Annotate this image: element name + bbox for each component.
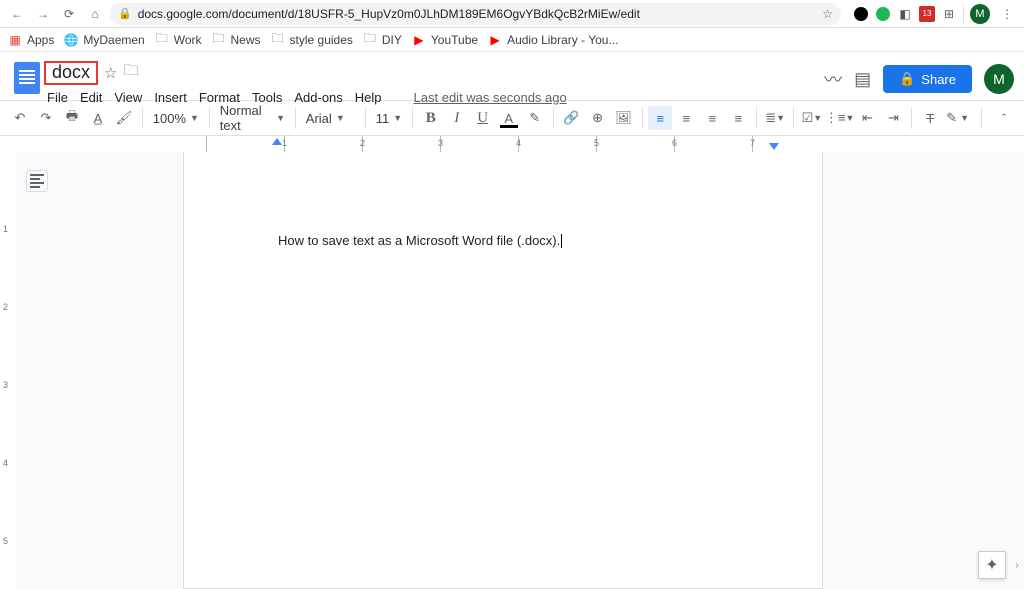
- insert-image-button[interactable]: 🖼: [612, 106, 636, 130]
- bookmark-diy[interactable]: 🗀DIY: [363, 33, 402, 47]
- apps-grid-icon: ▦: [8, 33, 22, 47]
- insert-link-button[interactable]: 🔗: [560, 106, 584, 130]
- forward-button[interactable]: →: [32, 3, 54, 25]
- home-button[interactable]: ⌂: [84, 3, 106, 25]
- folder-icon: 🗀: [212, 33, 226, 47]
- right-indent-marker-icon[interactable]: [769, 143, 779, 150]
- menu-bar: File Edit View Insert Format Tools Add-o…: [44, 87, 567, 105]
- document-outline-toggle[interactable]: [26, 170, 48, 192]
- bulleted-list-button[interactable]: ⋮≡▼: [826, 106, 853, 130]
- back-button[interactable]: ←: [6, 3, 28, 25]
- document-body-text: How to save text as a Microsoft Word fil…: [278, 233, 560, 248]
- paint-format-button[interactable]: 🖌: [112, 106, 136, 130]
- italic-button[interactable]: I: [445, 106, 469, 130]
- menu-help[interactable]: Help: [355, 90, 382, 105]
- ext-lastpass-icon[interactable]: 13: [919, 6, 935, 22]
- bookmarks-bar: ▦ Apps 🌐 MyDaemen 🗀Work 🗀News 🗀style gui…: [0, 28, 1024, 52]
- bookmark-news[interactable]: 🗀News: [212, 33, 261, 47]
- document-canvas-area: 1 2 3 4 5 How to save text as a Microsof…: [0, 152, 1024, 589]
- underline-button[interactable]: U: [471, 106, 495, 130]
- menu-addons[interactable]: Add-ons: [294, 90, 342, 105]
- align-center-button[interactable]: ≡: [674, 106, 698, 130]
- chrome-profile-avatar[interactable]: M: [970, 4, 990, 24]
- align-justify-button[interactable]: ≡: [726, 106, 750, 130]
- line-spacing-button[interactable]: ≣▼: [763, 106, 787, 130]
- document-title[interactable]: docx: [44, 61, 98, 85]
- lock-icon: 🔒: [899, 71, 915, 87]
- formatting-toolbar: ↶ ↷ 🖶 A̲ 🖌 100%▼ Normal text▼ Arial▼ 11▼…: [0, 100, 1024, 136]
- star-icon[interactable]: ☆: [104, 64, 117, 82]
- url-bar[interactable]: 🔒 docs.google.com/document/d/18USFR-5_Hu…: [110, 3, 841, 25]
- bold-button[interactable]: B: [419, 106, 443, 130]
- bookmark-audio-library[interactable]: ▶Audio Library - You...: [488, 33, 618, 47]
- spellcheck-button[interactable]: A̲: [86, 106, 110, 130]
- print-button[interactable]: 🖶: [60, 106, 84, 130]
- gdocs-account-avatar[interactable]: M: [984, 64, 1014, 94]
- paragraph-style-select[interactable]: Normal text▼: [216, 106, 289, 130]
- align-left-button[interactable]: ≡: [648, 106, 672, 130]
- activity-icon[interactable]: 〰: [824, 66, 842, 92]
- bookmark-youtube[interactable]: ▶YouTube: [412, 33, 478, 47]
- chrome-menu-button[interactable]: ⋮: [996, 3, 1018, 25]
- share-button[interactable]: 🔒 Share: [883, 65, 972, 93]
- editing-mode-button[interactable]: ✎▼: [944, 106, 971, 130]
- align-right-button[interactable]: ≡: [700, 106, 724, 130]
- collapse-toolbar-button[interactable]: ˆ: [992, 106, 1016, 130]
- browser-toolbar: ← → ⟳ ⌂ 🔒 docs.google.com/document/d/18U…: [0, 0, 1024, 28]
- left-indent-marker-icon[interactable]: [272, 138, 282, 145]
- apps-button[interactable]: ▦ Apps: [8, 33, 54, 47]
- comments-icon[interactable]: ▤: [854, 69, 871, 90]
- explore-button[interactable]: ✦: [978, 551, 1006, 579]
- undo-button[interactable]: ↶: [8, 106, 32, 130]
- bookmark-mydaemen[interactable]: 🌐 MyDaemen: [64, 33, 144, 47]
- menu-edit[interactable]: Edit: [80, 90, 102, 105]
- extensions-area: ◧ 13 ⊞ M ⋮: [845, 3, 1018, 25]
- font-size-select[interactable]: 11▼: [372, 106, 406, 130]
- globe-icon: 🌐: [64, 33, 78, 47]
- bookmark-style-guides[interactable]: 🗀style guides: [271, 33, 353, 47]
- bookmark-work[interactable]: 🗀Work: [155, 33, 202, 47]
- font-select[interactable]: Arial▼: [302, 106, 359, 130]
- zoom-select[interactable]: 100%▼: [149, 106, 203, 130]
- bookmark-star-icon[interactable]: ☆: [822, 7, 833, 21]
- youtube-icon: ▶: [412, 33, 426, 47]
- highlight-color-button[interactable]: ✎: [523, 106, 547, 130]
- menu-view[interactable]: View: [114, 90, 142, 105]
- ext-circle-green-icon[interactable]: [875, 6, 891, 22]
- menu-file[interactable]: File: [47, 90, 68, 105]
- gdocs-logo-icon: [14, 62, 40, 94]
- reload-button[interactable]: ⟳: [58, 3, 80, 25]
- checklist-button[interactable]: ☑▼: [800, 106, 824, 130]
- chevron-down-icon: ▼: [276, 113, 285, 123]
- insert-comment-button[interactable]: ⊕: [586, 106, 610, 130]
- decrease-indent-button[interactable]: ⇤: [855, 106, 879, 130]
- chevron-down-icon: ▼: [336, 113, 345, 123]
- ext-circle-black-icon[interactable]: [853, 6, 869, 22]
- ext-evernote-icon[interactable]: ◧: [897, 6, 913, 22]
- ext-grid-icon[interactable]: ⊞: [941, 6, 957, 22]
- text-cursor: [561, 234, 562, 248]
- menu-insert[interactable]: Insert: [154, 90, 187, 105]
- text-color-button[interactable]: A: [497, 106, 521, 130]
- folder-icon: 🗀: [155, 33, 169, 47]
- move-to-folder-icon[interactable]: 🗀: [123, 60, 138, 85]
- scroll-right-button[interactable]: ›: [1010, 551, 1024, 579]
- chevron-down-icon: ▼: [393, 113, 402, 123]
- vertical-ruler[interactable]: 1 2 3 4 5: [0, 152, 16, 589]
- youtube-icon: ▶: [488, 33, 502, 47]
- folder-icon: 🗀: [363, 33, 377, 47]
- gdocs-home-button[interactable]: [10, 58, 44, 98]
- lock-icon: 🔒: [118, 7, 132, 20]
- url-text: docs.google.com/document/d/18USFR-5_HupV…: [138, 7, 817, 21]
- folder-icon: 🗀: [271, 33, 285, 47]
- document-page[interactable]: How to save text as a Microsoft Word fil…: [183, 152, 823, 589]
- gdocs-header: docx ☆ 🗀 File Edit View Insert Format To…: [0, 52, 1024, 100]
- chevron-down-icon: ▼: [190, 113, 199, 123]
- clear-formatting-button[interactable]: T: [918, 106, 942, 130]
- horizontal-ruler[interactable]: [0, 136, 1024, 152]
- redo-button[interactable]: ↷: [34, 106, 58, 130]
- increase-indent-button[interactable]: ⇥: [881, 106, 905, 130]
- last-edit-link[interactable]: Last edit was seconds ago: [414, 90, 567, 105]
